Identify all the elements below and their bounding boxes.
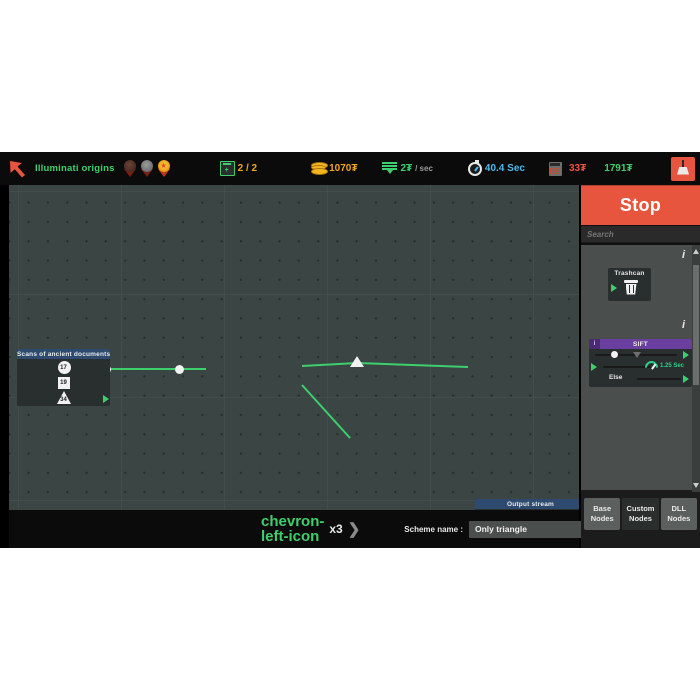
bottom-toolbar: chevron-left-icon x3 ❯ Scheme name : [9,510,614,548]
tab-label-line2: Nodes [667,514,691,523]
connection-wires [101,362,469,439]
source-count: 17 [60,365,67,371]
circle-icon[interactable] [611,351,618,358]
coin-stack-icon [311,162,329,175]
speed-control: chevron-left-icon x3 ❯ [261,514,360,544]
stat-cost: 33₮ [548,161,587,176]
stat-time: 40.4 Sec [467,159,525,176]
tab-label-line2: Nodes [629,514,652,523]
node-output-port-else[interactable] [683,375,689,383]
chevron-up-icon[interactable] [693,249,699,254]
info-icon[interactable]: i [682,319,685,331]
wire-joint[interactable] [175,365,184,374]
stat-money-value: 1070₮ [329,163,358,174]
info-icon[interactable]: i [589,339,600,349]
top-status-bar: Illuminati origins + 2 / 2 1070₮ 2₮ / se… [0,152,700,185]
medal-silver-icon [139,159,155,178]
tab-custom-nodes[interactable]: Custom Nodes [622,498,659,530]
sift-speed-readout: 1.25 Sec [642,358,685,377]
trash-icon [624,280,638,295]
node-scans-of-ancient-documents[interactable]: Scans of ancient documents 17 19 34 [17,349,110,406]
stat-income: 2₮ / sec [382,162,433,175]
stop-button[interactable]: Stop [581,185,700,225]
palette-search[interactable] [581,225,700,242]
stat-income-suffix: / sec [415,164,433,173]
tab-label-line1: Custom [626,504,655,513]
level-title: Illuminati origins [35,163,115,174]
stat-money: 1070₮ [311,162,357,175]
chevron-down-icon[interactable] [693,483,699,488]
node-palette[interactable]: i Trashcan i i SIFT 1.25 Sec Else [581,243,700,492]
node-title: Trashcan [614,270,645,277]
source-item-triangle: 34 [55,391,73,405]
tab-label-line1: DLL [671,504,687,513]
info-icon[interactable]: i [682,249,685,261]
palette-tabs: Base Nodes Custom Nodes DLL Nodes [581,494,700,534]
node-title: Scans of ancient documents [17,349,111,359]
tab-dll-nodes[interactable]: DLL Nodes [660,498,697,530]
scrollbar-thumb[interactable] [693,265,699,385]
stat-time-value: 40.4 Sec [484,163,525,174]
source-count: 19 [60,380,67,386]
node-output-port-true[interactable] [683,351,689,359]
stat-chest: + 2 / 2 [219,161,258,176]
medal-group [122,159,172,178]
sift-time-value: 1.25 Sec [660,362,685,369]
chevron-left-icon[interactable]: chevron-left-icon [261,514,324,544]
source-count: 34 [60,397,67,403]
source-item-square: 19 [55,376,73,390]
stat-income-value: 2₮ [400,163,413,174]
arrow-up-left-icon[interactable] [5,156,31,182]
node-output-port[interactable] [103,395,109,403]
node-input-port[interactable] [591,363,597,371]
palette-scrollbar[interactable] [692,245,700,492]
node-graph-canvas[interactable]: Scans of ancient documents 17 19 34 Outp… [9,185,579,510]
stat-cost-value: 33₮ [568,163,587,174]
chevron-down-icon[interactable] [633,352,641,358]
medal-bronze-icon [122,159,138,178]
stat-chest-value: 2 / 2 [237,163,258,174]
chevron-right-icon[interactable]: ❯ [348,522,361,537]
medal-gold-icon [156,159,172,178]
search-input[interactable] [581,229,700,239]
scheme-name-label: Scheme name : [404,524,463,534]
sift-else-label: Else [609,374,623,381]
income-icon [382,162,398,175]
stat-total-value: 1791₮ [604,163,633,174]
right-sidebar: Stop i Trashcan i i SIFT [581,185,700,548]
node-input-port[interactable] [611,284,617,292]
stopwatch-icon [467,159,482,176]
calculator-icon [548,161,562,176]
broom-icon[interactable] [671,156,695,181]
tab-label-line2: Nodes [590,514,614,523]
game-window: Illuminati origins + 2 / 2 1070₮ 2₮ / se… [0,152,700,548]
node-output-stream[interactable]: Output stream 17 [475,499,579,510]
chest-icon: + [219,161,235,176]
sift-else-track [637,378,681,380]
wire-joint-triangle[interactable] [350,356,364,367]
tab-label-line1: Base [593,504,612,513]
node-title: SIFT [633,341,648,348]
palette-node-sift[interactable]: i SIFT 1.25 Sec Else [589,339,692,387]
source-item-circle: 17 [55,361,73,375]
stat-total: 1791₮ [604,163,632,174]
node-title-bar: i SIFT [589,339,692,349]
palette-node-trashcan[interactable]: Trashcan [608,268,651,301]
node-title: Output stream [475,499,579,509]
tab-base-nodes[interactable]: Base Nodes [584,498,621,530]
speed-value: x3 [329,522,343,536]
speedometer-icon [642,358,661,377]
